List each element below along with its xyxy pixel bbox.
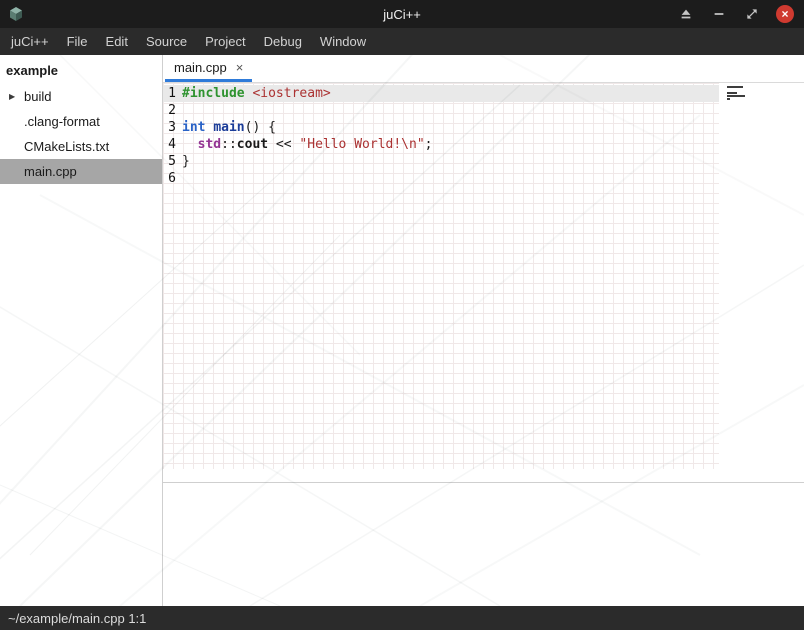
close-icon[interactable]: × (776, 5, 794, 23)
status-file-position: ~/example/main.cpp 1:1 (8, 611, 146, 626)
restore-icon[interactable] (743, 5, 761, 23)
menu-item-file[interactable]: File (58, 28, 97, 55)
editor-pane: main.cpp × 1 #include <iostream> 23 int main… (163, 55, 804, 606)
main-content: example ▶ build .clang-format CMakeLists.tx… (0, 55, 804, 606)
title-bar: juCi++ × (0, 0, 804, 28)
code-line[interactable]: 5} (163, 153, 719, 170)
line-number: 2 (163, 102, 176, 119)
line-number: 4 (163, 136, 176, 153)
sidebar-item-build[interactable]: ▶ build (0, 84, 162, 109)
code-text: #include <iostream> (182, 85, 331, 102)
minimap-line (727, 92, 737, 94)
sidebar-item-label: main.cpp (24, 164, 77, 179)
code-text: std::cout << "Hello World!\n"; (182, 136, 432, 153)
minimize-icon[interactable] (710, 5, 728, 23)
code-line[interactable]: 3 int main() { (163, 119, 719, 136)
code-editor[interactable]: 1#include <iostream>23int main() {4 std:… (163, 83, 804, 482)
sidebar-item-cmakelists-txt[interactable]: CMakeLists.txt (0, 134, 162, 159)
sidebar-item-label: .clang-format (24, 114, 100, 129)
line-number: 1 (163, 85, 176, 102)
line-number: 5 (163, 153, 176, 170)
menu-item-source[interactable]: Source (137, 28, 196, 55)
menu-item-debug[interactable]: Debug (255, 28, 311, 55)
sidebar-item-main-cpp[interactable]: main.cpp (0, 159, 162, 184)
menu-item-window[interactable]: Window (311, 28, 375, 55)
file-tree-items: ▶ build .clang-format CMakeLists.txt main.cp… (0, 84, 162, 184)
code-line[interactable]: 6 (163, 170, 719, 187)
output-panel[interactable] (163, 482, 804, 606)
code-line[interactable]: 1 #include <iostream> (163, 85, 719, 102)
code-line[interactable]: 2 (163, 102, 719, 119)
menu-item-edit[interactable]: Edit (97, 28, 137, 55)
eject-icon[interactable] (677, 5, 695, 23)
file-tree-panel: example ▶ build .clang-format CMakeLists.tx… (0, 55, 163, 606)
sidebar-item-label: CMakeLists.txt (24, 139, 109, 154)
tab-bar: main.cpp × (163, 55, 804, 83)
code-text: } (182, 153, 190, 170)
project-root-label[interactable]: example (0, 60, 162, 84)
expander-icon[interactable]: ▶ (9, 92, 15, 101)
app-logo-icon (7, 5, 25, 23)
minimap-line (727, 98, 730, 100)
tab-close-icon[interactable]: × (236, 60, 244, 75)
code-text: int main() { (182, 119, 276, 136)
minimap-line (727, 95, 745, 97)
code-line[interactable]: 4 std::cout << "Hello World!\n"; (163, 136, 719, 153)
sidebar-item--clang-format[interactable]: .clang-format (0, 109, 162, 134)
minimap-line (727, 86, 743, 88)
tab-main-cpp[interactable]: main.cpp × (165, 55, 252, 82)
menu-item-project[interactable]: Project (196, 28, 254, 55)
line-number: 3 (163, 119, 176, 136)
menu-bar: juCi++FileEditSourceProjectDebugWindow (0, 28, 804, 55)
tab-label: main.cpp (174, 60, 227, 75)
sidebar-item-label: build (24, 89, 51, 104)
menu-item-juci-[interactable]: juCi++ (2, 28, 58, 55)
minimap[interactable] (727, 86, 747, 104)
line-number: 6 (163, 170, 176, 187)
status-bar: ~/example/main.cpp 1:1 (0, 606, 804, 630)
code-lines: 1#include <iostream>23int main() {4 std:… (163, 83, 804, 187)
window-controls: × (677, 5, 794, 23)
